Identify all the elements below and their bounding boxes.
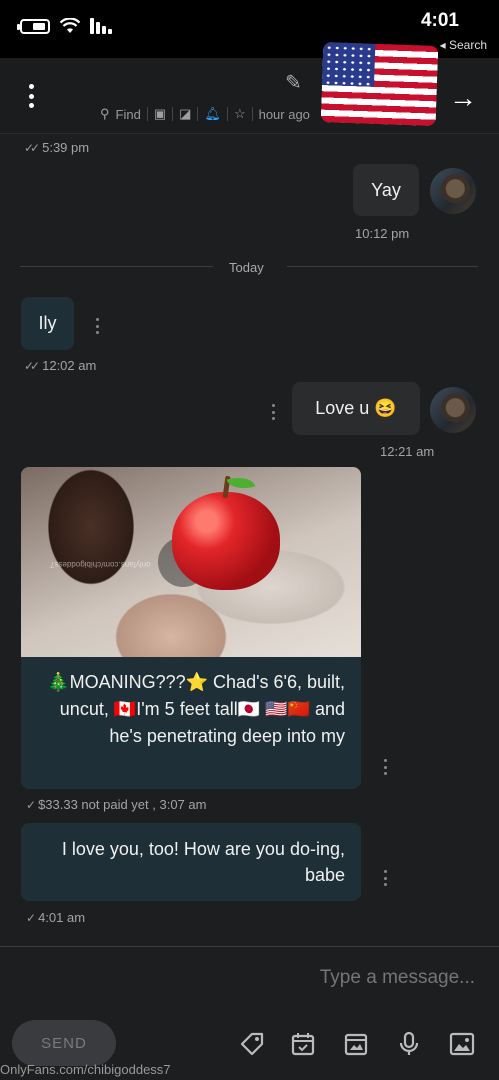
sent-tick-icon: ✓ [26, 797, 36, 812]
back-to-search-link[interactable]: ◂ Search [440, 38, 487, 52]
message-time: ✓✓ 5:39 pm [24, 140, 90, 155]
signal-icon [90, 18, 112, 34]
price-tag-icon[interactable] [236, 1028, 268, 1060]
tag-icon[interactable]: ◪ [179, 106, 191, 122]
last-seen-text: hour ago [258, 106, 310, 122]
message-bubble-outgoing[interactable]: Love u 😆 [292, 382, 420, 435]
message-time: ✓✓ 12:02 am [24, 358, 97, 373]
message-time: 12:21 am [380, 444, 435, 459]
message-bubble-incoming[interactable]: Ily [21, 297, 74, 350]
message-time: ✓ $33.33 not paid yet , 3:07 am [26, 797, 207, 812]
message-options-icon[interactable] [272, 404, 276, 420]
message-time: 10:12 pm [355, 226, 410, 241]
find-label[interactable]: Find [116, 107, 141, 122]
vault-media-icon[interactable] [340, 1028, 372, 1060]
message-bubble-incoming[interactable]: I love you, too! How are you do-ing, bab… [21, 823, 361, 901]
header-toolbar: ⚲ Find ▣ ◪ 🔔︎ ☆ hour ago [100, 106, 310, 122]
read-ticks-icon: ✓✓ [24, 140, 40, 155]
notification-bell-icon[interactable]: 🔔︎ [204, 106, 221, 122]
more-options-icon[interactable] [28, 84, 34, 108]
message-input[interactable] [0, 960, 499, 996]
sent-tick-icon: ✓ [26, 910, 36, 925]
date-divider-line [20, 266, 213, 267]
message-options-icon[interactable] [384, 870, 388, 886]
back-arrow-icon[interactable]: → [449, 82, 477, 114]
favorite-star-icon[interactable]: ☆ [234, 106, 246, 122]
wifi-icon [60, 18, 80, 34]
message-bubble-outgoing[interactable]: Yay [353, 164, 419, 216]
message-options-icon[interactable] [384, 759, 388, 775]
battery-icon [17, 18, 50, 34]
send-button[interactable]: SEND [12, 1020, 116, 1066]
footer-watermark: OnlyFans.com/chibigoddess7 [0, 1062, 171, 1077]
gallery-icon[interactable]: ▣ [154, 106, 166, 122]
message-options-icon[interactable] [96, 318, 100, 334]
us-flag-sticker [320, 42, 439, 126]
date-divider-line [287, 266, 478, 267]
compose-divider [0, 946, 499, 947]
microphone-icon[interactable] [393, 1028, 425, 1060]
avatar[interactable] [430, 387, 476, 433]
media-caption: 🎄MOANING???⭐ Chad's 6'6, built, uncut, 🇨… [47, 672, 345, 746]
edit-pencil-icon[interactable]: ✎ [285, 70, 302, 95]
media-watermark: onlyfans.com/chibigoddess7 [50, 560, 151, 569]
schedule-calendar-icon[interactable] [287, 1028, 319, 1060]
avatar[interactable] [430, 168, 476, 214]
image-upload-icon[interactable] [446, 1028, 478, 1060]
status-time: 4:01 [420, 10, 459, 31]
date-divider-label: Today [229, 260, 264, 275]
chat-screen: 4:01 ◂ Search ✎ ⚲ Find ▣ ◪ 🔔︎ ☆ hour ago… [0, 0, 499, 1080]
message-time: ✓ 4:01 am [26, 910, 86, 925]
apple-sticker [172, 472, 280, 590]
read-ticks-icon: ✓✓ [24, 358, 40, 373]
find-search-icon[interactable]: ⚲ [100, 106, 110, 122]
